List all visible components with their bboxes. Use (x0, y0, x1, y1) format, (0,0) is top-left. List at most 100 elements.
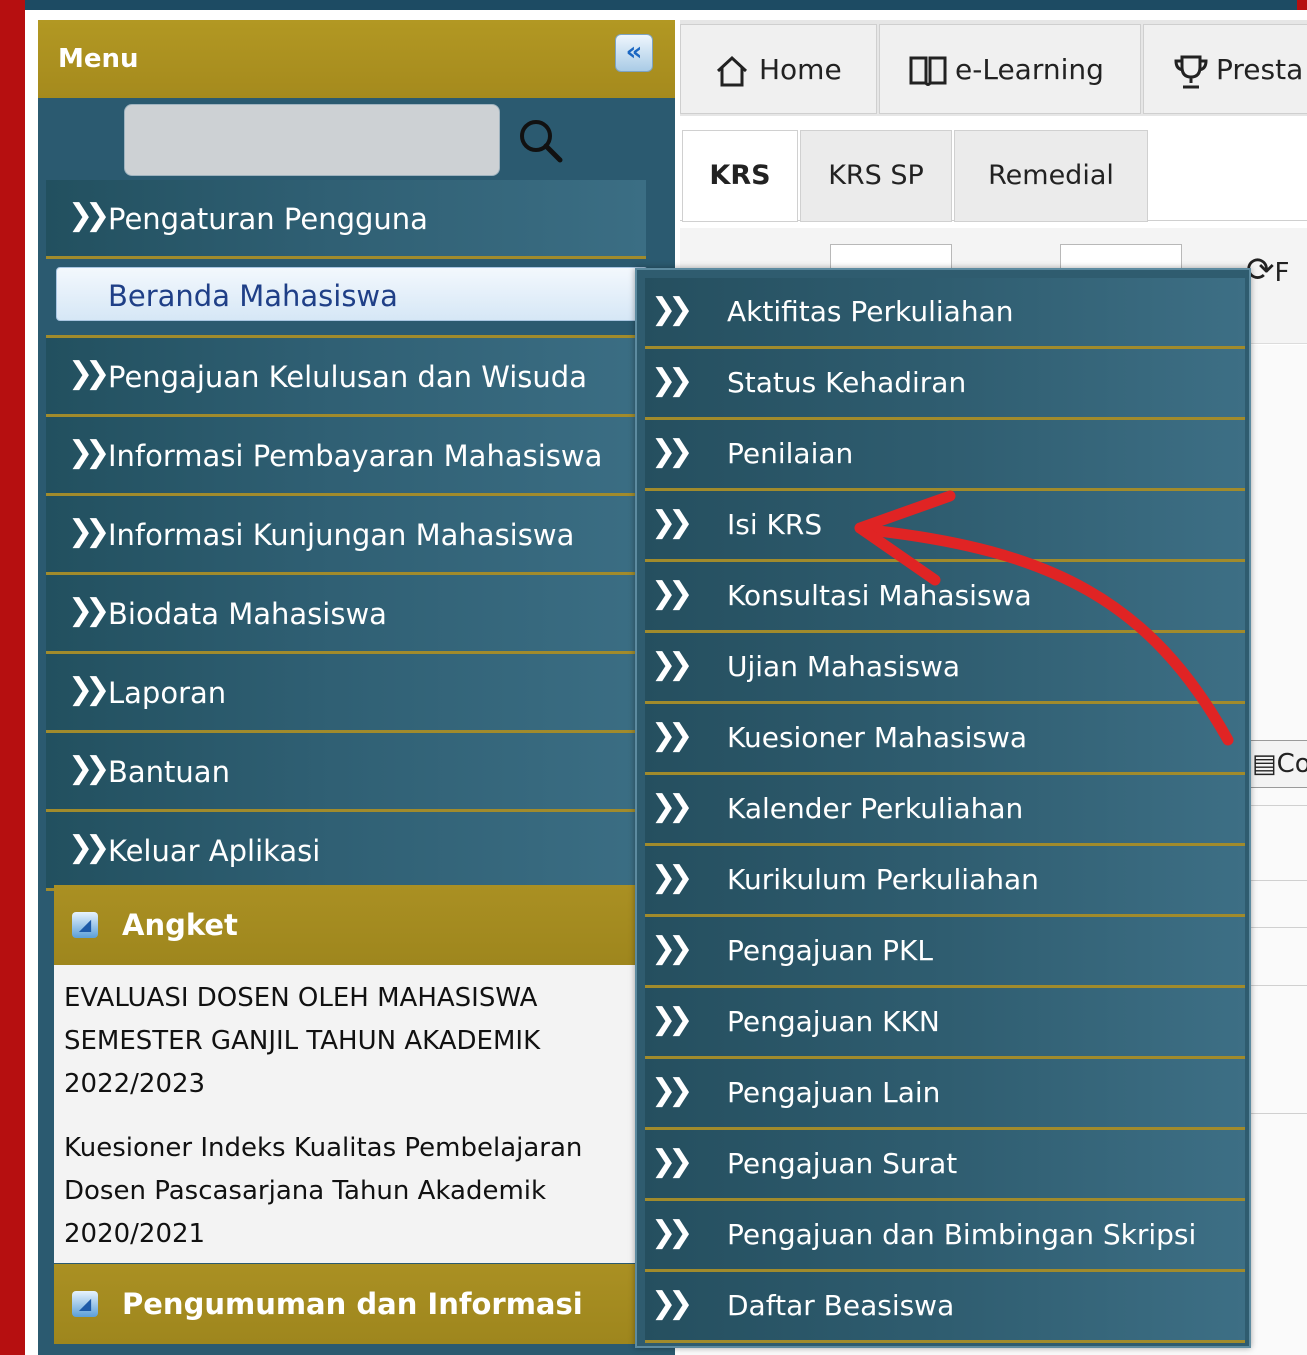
submenu-item-pengajuan-pkl[interactable]: ❯❯ Pengajuan PKL (645, 917, 1245, 988)
book-icon (909, 56, 947, 86)
double-chevron-icon: ❯❯ (651, 1144, 693, 1179)
sidebar-item-label: Biodata Mahasiswa (108, 597, 387, 631)
app-window: Menu « ❯❯ Pengaturan Pengguna Beranda Ma… (25, 0, 1307, 1355)
submenu-item-label: Kurikulum Perkuliahan (727, 863, 1039, 896)
tab-krs-sp[interactable]: KRS SP (800, 130, 952, 222)
submenu-item-aktifitas-perkuliahan[interactable]: ❯❯ Aktifitas Perkuliahan (645, 278, 1245, 349)
sidebar-item-label: Keluar Aplikasi (108, 834, 321, 868)
submenu-item-label: Pengajuan Lain (727, 1076, 941, 1109)
search-icon[interactable] (516, 116, 566, 166)
double-chevron-icon: ❯❯ (68, 751, 110, 786)
double-chevron-icon: ❯❯ (68, 593, 110, 628)
content-button[interactable]: ▤Co (1245, 740, 1307, 788)
double-chevron-icon: ❯❯ (651, 363, 693, 398)
top-bar (25, 0, 1307, 10)
tab-krs[interactable]: KRS (682, 130, 798, 222)
submenu-item-kurikulum-perkuliahan[interactable]: ❯❯ Kurikulum Perkuliahan (645, 846, 1245, 917)
double-chevron-icon: ❯❯ (651, 789, 693, 824)
submenu-item-ujian-mahasiswa[interactable]: ❯❯ Ujian Mahasiswa (645, 633, 1245, 704)
double-chevron-icon: ❯❯ (651, 1215, 693, 1250)
angket-panel-header[interactable]: ◢ Angket (54, 885, 674, 965)
sidebar-item-laporan[interactable]: ❯❯ Laporan (46, 654, 646, 733)
tab-home[interactable]: Home (680, 24, 877, 114)
refresh-icon[interactable]: ⟳F (1246, 250, 1289, 290)
menu-title: Menu (58, 44, 139, 74)
submenu-item-label: Pengajuan KKN (727, 1005, 940, 1038)
submenu-item-isi-krs[interactable]: ❯❯ Isi KRS (645, 491, 1245, 562)
submenu-item-kuesioner-mahasiswa[interactable]: ❯❯ Kuesioner Mahasiswa (645, 704, 1245, 775)
submenu-item-status-kehadiran[interactable]: ❯❯ Status Kehadiran (645, 349, 1245, 420)
tab-remedial[interactable]: Remedial (954, 130, 1148, 222)
angket-list: EVALUASI DOSEN OLEH MAHASISWA SEMESTER G… (54, 965, 674, 1263)
submenu-item-pengajuan-lain[interactable]: ❯❯ Pengajuan Lain (645, 1059, 1245, 1130)
double-chevron-icon: ❯❯ (651, 1002, 693, 1037)
sidebar-item-label: Pengajuan Kelulusan dan Wisuda (108, 360, 587, 394)
submenu-item-label: Status Kehadiran (727, 366, 967, 399)
double-chevron-icon: ❯❯ (651, 505, 693, 540)
sidebar-item-label: Informasi Pembayaran Mahasiswa (108, 439, 603, 473)
tab-label: e-Learning (955, 53, 1104, 86)
submenu-item-label: Daftar Beasiswa (727, 1289, 955, 1322)
submenu-item-daftar-beasiswa[interactable]: ❯❯ Daftar Beasiswa (645, 1272, 1245, 1343)
tab-e-learning[interactable]: e-Learning (879, 24, 1141, 114)
trophy-icon (1174, 55, 1208, 89)
sidebar-item-label: Bantuan (108, 755, 230, 789)
doc-icon: ▤ (1252, 749, 1277, 779)
sidebar-item-pengaturan-pengguna[interactable]: ❯❯ Pengaturan Pengguna (46, 180, 646, 259)
sidebar-item-beranda-mahasiswa[interactable]: Beranda Mahasiswa (46, 259, 648, 338)
panel-toggle-icon[interactable]: ◢ (72, 912, 98, 938)
double-chevron-icon: ❯❯ (68, 830, 110, 865)
sidebar-item-biodata[interactable]: ❯❯ Biodata Mahasiswa (46, 575, 646, 654)
submenu-item-label: Ujian Mahasiswa (727, 650, 961, 683)
refresh-label: F (1274, 258, 1290, 288)
sidebar-item-pengajuan-kelulusan[interactable]: ❯❯ Pengajuan Kelulusan dan Wisuda (46, 338, 646, 417)
sidebar-item-label: Pengaturan Pengguna (108, 202, 428, 236)
double-chevron-icon: ❯❯ (651, 576, 693, 611)
double-chevron-icon: ❯❯ (68, 356, 110, 391)
sidebar: Menu « ❯❯ Pengaturan Pengguna Beranda Ma… (38, 20, 675, 1355)
angket-link[interactable]: EVALUASI DOSEN OLEH MAHASISWA SEMESTER G… (64, 977, 624, 1106)
submenu-item-label: Isi KRS (727, 508, 823, 541)
double-chevron-icon: ❯❯ (651, 718, 693, 753)
submenu-item-konsultasi-mahasiswa[interactable]: ❯❯ Konsultasi Mahasiswa (645, 562, 1245, 633)
double-chevron-icon: ❯❯ (651, 434, 693, 469)
sidebar-item-label: Laporan (108, 676, 227, 710)
submenu-item-label: Kalender Perkuliahan (727, 792, 1024, 825)
pengumuman-panel-header[interactable]: ◢ Pengumuman dan Informasi (54, 1264, 674, 1344)
double-chevron-icon: ❯❯ (651, 292, 693, 327)
double-chevron-icon: ❯❯ (651, 931, 693, 966)
submenu-item-label: Pengajuan Surat (727, 1147, 958, 1180)
sidebar-item-keluar-aplikasi[interactable]: ❯❯ Keluar Aplikasi (46, 812, 646, 891)
menu-header: Menu « (38, 20, 675, 98)
submenu-item-label: Konsultasi Mahasiswa (727, 579, 1032, 612)
submenu-item-label: Pengajuan dan Bimbingan Skripsi (727, 1218, 1197, 1251)
sidebar-item-informasi-pembayaran[interactable]: ❯❯ Informasi Pembayaran Mahasiswa (46, 417, 646, 496)
submenu-item-pengajuan-surat[interactable]: ❯❯ Pengajuan Surat (645, 1130, 1245, 1201)
sidebar-item-informasi-kunjungan[interactable]: ❯❯ Informasi Kunjungan Mahasiswa (46, 496, 646, 575)
tab-label: Presta (1216, 53, 1304, 86)
sub-tabs: KRS KRS SP Remedial (680, 125, 1307, 222)
submenu-item-label: Penilaian (727, 437, 854, 470)
angket-title: Angket (122, 908, 238, 942)
search-input[interactable] (124, 104, 500, 176)
tab-prestasi[interactable]: Presta (1143, 24, 1307, 114)
double-chevron-icon: ❯❯ (68, 672, 110, 707)
beranda-submenu: ❯❯ Aktifitas Perkuliahan ❯❯ Status Kehadir… (635, 268, 1251, 1348)
submenu-item-penilaian[interactable]: ❯❯ Penilaian (645, 420, 1245, 491)
sidebar-item-bantuan[interactable]: ❯❯ Bantuan (46, 733, 646, 812)
sidebar-item-label: Informasi Kunjungan Mahasiswa (108, 518, 575, 552)
main-tabs: Home e-Learning Presta (680, 20, 1307, 116)
double-chevron-icon: ❯❯ (651, 647, 693, 682)
submenu-item-pengajuan-skripsi[interactable]: ❯❯ Pengajuan dan Bimbingan Skripsi (645, 1201, 1245, 1272)
sidebar-nav: ❯❯ Pengaturan Pengguna Beranda Mahasiswa… (46, 180, 648, 891)
double-chevron-icon: ❯❯ (68, 198, 110, 233)
collapse-icon[interactable]: « (615, 34, 653, 72)
double-chevron-icon: ❯❯ (651, 1073, 693, 1108)
angket-link[interactable]: Kuesioner Indeks Kualitas Pembelajaran D… (64, 1127, 624, 1256)
submenu-item-pengajuan-kkn[interactable]: ❯❯ Pengajuan KKN (645, 988, 1245, 1059)
double-chevron-icon: ❯❯ (68, 435, 110, 470)
panel-toggle-icon[interactable]: ◢ (72, 1291, 98, 1317)
home-icon (716, 55, 748, 87)
submenu-item-kalender-perkuliahan[interactable]: ❯❯ Kalender Perkuliahan (645, 775, 1245, 846)
submenu-item-label: Kuesioner Mahasiswa (727, 721, 1028, 754)
